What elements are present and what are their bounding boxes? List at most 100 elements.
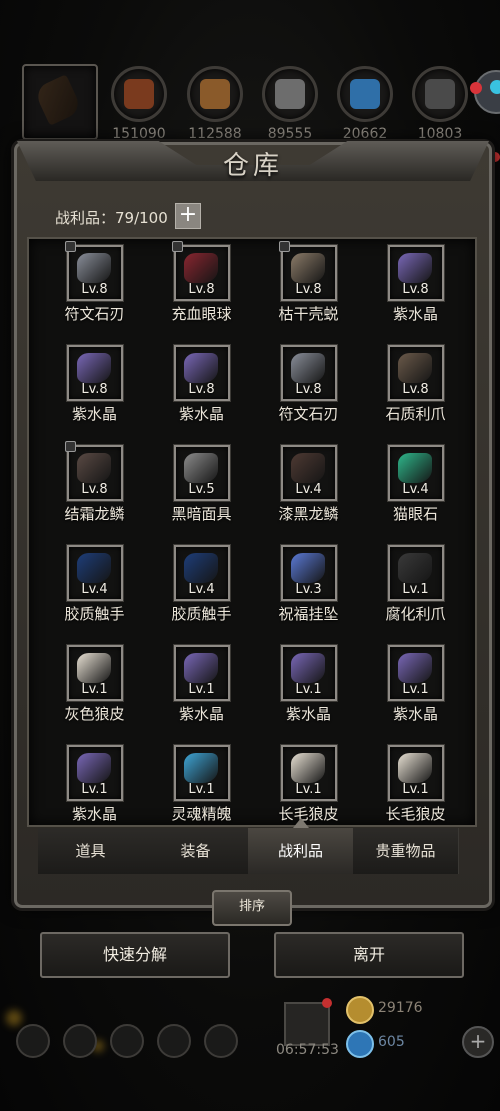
item-name: 紫水晶 bbox=[392, 305, 438, 323]
item-name: 胶质触手 bbox=[171, 605, 232, 623]
item-cell[interactable]: Lv.5 黑暗面具 bbox=[148, 444, 255, 545]
item-slot[interactable]: Lv.1 bbox=[386, 644, 445, 702]
item-cell[interactable]: Lv.1 紫水晶 bbox=[362, 644, 469, 745]
item-icon bbox=[76, 653, 111, 683]
ambient-light bbox=[6, 1010, 22, 1026]
item-cell[interactable]: Lv.8 石质利爪 bbox=[362, 344, 469, 445]
item-slot[interactable]: Lv.8 bbox=[64, 241, 124, 302]
item-slot[interactable]: Lv.8 bbox=[278, 241, 338, 302]
item-level: Lv.1 bbox=[188, 682, 215, 697]
item-cell[interactable]: Lv.8 符文石刃 bbox=[41, 241, 148, 345]
active-tab-indicator bbox=[293, 818, 309, 828]
item-level: Lv.1 bbox=[188, 782, 215, 797]
item-slot[interactable]: Lv.1 bbox=[386, 544, 445, 602]
item-slot[interactable]: Lv.1 bbox=[279, 644, 338, 702]
item-icon bbox=[397, 453, 432, 483]
item-cell[interactable]: Lv.8 紫水晶 bbox=[41, 344, 148, 445]
item-cell[interactable]: Lv.8 枯干壳蜕 bbox=[255, 241, 362, 345]
item-cell[interactable]: Lv.4 漆黑龙鳞 bbox=[255, 444, 362, 545]
gift-box-icon[interactable] bbox=[284, 998, 332, 1046]
item-cell[interactable]: Lv.3 祝福挂坠 bbox=[255, 544, 362, 645]
item-slot[interactable]: Lv.1 bbox=[172, 744, 231, 802]
item-slot[interactable]: Lv.1 bbox=[279, 744, 338, 802]
item-slot[interactable]: Lv.8 bbox=[171, 241, 231, 302]
wood-plank-icon bbox=[187, 66, 243, 122]
item-cell[interactable]: Lv.4 胶质触手 bbox=[148, 544, 255, 645]
item-name: 紫水晶 bbox=[178, 405, 224, 423]
item-level: Lv.1 bbox=[81, 682, 108, 697]
leather-icon bbox=[111, 66, 167, 122]
tab-loot[interactable]: 战利品 bbox=[248, 828, 354, 874]
item-icon bbox=[397, 553, 432, 583]
menu-button[interactable] bbox=[204, 1024, 238, 1058]
gold-amount: 29176 bbox=[378, 1000, 423, 1016]
item-slot[interactable]: Lv.1 bbox=[172, 644, 231, 702]
resource-amount: 10803 bbox=[417, 126, 463, 142]
item-cell[interactable]: Lv.1 紫水晶 bbox=[255, 644, 362, 745]
item-slot[interactable]: Lv.4 bbox=[386, 444, 445, 502]
notification-dot bbox=[322, 998, 332, 1008]
item-cell[interactable]: Lv.8 紫水晶 bbox=[148, 344, 255, 445]
item-slot[interactable]: Lv.4 bbox=[65, 544, 124, 602]
tab-items[interactable]: 道具 bbox=[38, 828, 144, 874]
menu-button[interactable] bbox=[16, 1024, 50, 1058]
item-name: 腐化利爪 bbox=[385, 605, 446, 623]
item-name: 符文石刃 bbox=[278, 405, 339, 423]
tab-valuables[interactable]: 贵重物品 bbox=[353, 828, 459, 874]
item-slot[interactable]: Lv.1 bbox=[65, 644, 124, 702]
item-slot[interactable]: Lv.5 bbox=[172, 444, 231, 502]
item-cell[interactable]: Lv.8 符文石刃 bbox=[255, 344, 362, 445]
item-name: 灰色狼皮 bbox=[64, 705, 125, 723]
add-currency-button[interactable]: + bbox=[462, 1026, 494, 1058]
warehouse-panel: 仓库 战利品：79/100 + Lv.8 符文石刃 Lv.8 充血眼球 Lv.8 枯干壳蜕… bbox=[14, 141, 492, 908]
crystal-icon bbox=[337, 66, 393, 122]
item-slot[interactable]: Lv.8 bbox=[386, 344, 445, 402]
lock-icon bbox=[171, 241, 183, 252]
loot-capacity: 战利品：79/100 bbox=[55, 209, 168, 227]
iron-ore-icon bbox=[262, 66, 318, 122]
resource-wood: 112588 bbox=[186, 66, 244, 142]
quick-decompose-button[interactable]: 快速分解 bbox=[40, 932, 230, 978]
menu-button[interactable] bbox=[63, 1024, 97, 1058]
item-cell[interactable]: Lv.1 灵魂精魄 bbox=[148, 744, 255, 825]
item-slot[interactable]: Lv.8 bbox=[386, 244, 445, 302]
item-cell[interactable]: Lv.1 灰色狼皮 bbox=[41, 644, 148, 745]
item-cell[interactable]: Lv.8 结霜龙鳞 bbox=[41, 441, 148, 545]
item-slot[interactable]: Lv.8 bbox=[279, 344, 338, 402]
item-name: 黑暗面具 bbox=[171, 505, 232, 523]
item-level: Lv.8 bbox=[402, 382, 429, 397]
item-cell[interactable]: Lv.4 猫眼石 bbox=[362, 444, 469, 545]
item-cell[interactable]: Lv.1 长毛狼皮 bbox=[362, 744, 469, 825]
item-slot[interactable]: Lv.8 bbox=[172, 344, 231, 402]
item-cell[interactable]: Lv.8 紫水晶 bbox=[362, 244, 469, 345]
item-name: 长毛狼皮 bbox=[385, 805, 446, 823]
item-slot[interactable]: Lv.4 bbox=[279, 444, 338, 502]
tab-equipment[interactable]: 装备 bbox=[143, 828, 249, 874]
item-cell[interactable]: Lv.1 紫水晶 bbox=[41, 744, 148, 825]
item-cell[interactable]: Lv.4 胶质触手 bbox=[41, 544, 148, 645]
item-slot[interactable]: Lv.8 bbox=[65, 344, 124, 402]
item-level: Lv.4 bbox=[402, 482, 429, 497]
item-name: 胶质触手 bbox=[64, 605, 125, 623]
resource-amount: 89555 bbox=[267, 126, 313, 142]
item-cell[interactable]: Lv.1 长毛狼皮 bbox=[255, 744, 362, 825]
item-slot[interactable]: Lv.1 bbox=[386, 744, 445, 802]
sort-button[interactable]: 排序 bbox=[212, 890, 292, 926]
item-slot[interactable]: Lv.8 bbox=[64, 441, 124, 502]
item-slot[interactable]: Lv.1 bbox=[65, 744, 124, 802]
equipped-item-slot[interactable] bbox=[22, 64, 98, 140]
item-slot[interactable]: Lv.4 bbox=[172, 544, 231, 602]
item-cell[interactable]: Lv.1 紫水晶 bbox=[148, 644, 255, 745]
leave-button[interactable]: 离开 bbox=[274, 932, 464, 978]
item-cell[interactable]: Lv.8 充血眼球 bbox=[148, 241, 255, 345]
menu-button[interactable] bbox=[110, 1024, 144, 1058]
item-icon bbox=[290, 353, 325, 383]
item-cell[interactable]: Lv.1 腐化利爪 bbox=[362, 544, 469, 645]
menu-button[interactable] bbox=[157, 1024, 191, 1058]
item-level: Lv.8 bbox=[81, 482, 108, 497]
expand-capacity-button[interactable]: + bbox=[175, 203, 201, 229]
item-slot[interactable]: Lv.3 bbox=[279, 544, 338, 602]
item-name: 灵魂精魄 bbox=[171, 805, 232, 823]
item-grid-area[interactable]: Lv.8 符文石刃 Lv.8 充血眼球 Lv.8 枯干壳蜕 Lv.8 紫水晶 Lv.8 紫水晶 Lv… bbox=[27, 237, 477, 827]
resource-leather: 151090 bbox=[110, 66, 168, 142]
